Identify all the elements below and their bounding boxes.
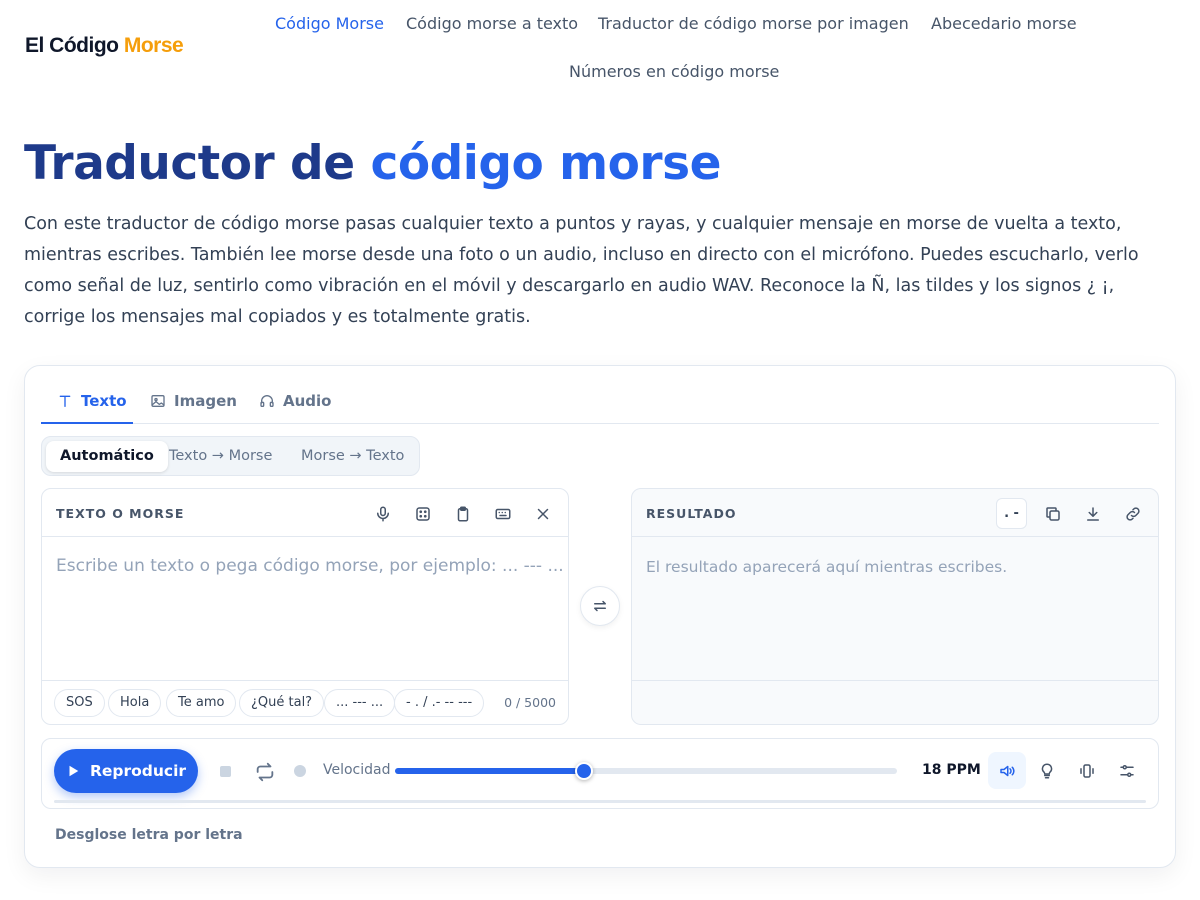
intro-paragraph: Con este traductor de código morse pasas… (24, 214, 1139, 327)
dice-icon (416, 507, 430, 521)
speaker-icon (1000, 765, 1015, 776)
copy-icon (1046, 507, 1060, 521)
nav-link-traductor-imagen[interactable]: Traductor de código morse por imagen (598, 14, 909, 33)
play-icon (69, 765, 79, 777)
example-chip-sos[interactable]: SOS (54, 689, 105, 717)
output-panel-label: RESULTADO (646, 506, 737, 521)
output-panel-footer (632, 680, 1158, 724)
nav-link-abecedario[interactable]: Abecedario morse (931, 14, 1077, 33)
playback-bar: Reproducir Velocidad 18 PPM (41, 738, 1159, 809)
paste-button[interactable] (448, 499, 478, 529)
keyboard-icon (495, 508, 511, 520)
input-panel-header: TEXTO O MORSE (42, 489, 568, 537)
clipboard-icon (457, 506, 469, 522)
site-logo[interactable]: El Código Morse (25, 34, 184, 58)
text-icon (59, 395, 71, 407)
speed-value: 18 PPM (922, 762, 981, 778)
input-panel: TEXTO O MORSE Escribe un texto o pega có… (41, 488, 569, 725)
morse-format-toggle[interactable]: . - (996, 498, 1027, 529)
copy-button[interactable] (1038, 499, 1068, 529)
signal-indicator (294, 765, 306, 777)
example-chip-te-amo[interactable]: Te amo (166, 689, 237, 717)
vibration-icon (1080, 763, 1094, 778)
page-title-part1: Traductor de (24, 136, 355, 191)
tab-audio[interactable]: Audio (259, 386, 331, 424)
download-button[interactable] (1078, 499, 1108, 529)
loop-icon[interactable] (254, 761, 276, 783)
sliders-icon (1120, 764, 1134, 777)
letter-breakdown-heading[interactable]: Desglose letra por letra (55, 827, 243, 843)
mode-automatico[interactable]: Automático (46, 441, 168, 472)
swap-button[interactable] (580, 586, 620, 626)
translator-card: Texto Imagen Audio Automático Texto → Mo… (24, 365, 1176, 868)
example-chip-hola[interactable]: Hola (108, 689, 162, 717)
mode-morse-a-texto[interactable]: Morse → Texto (287, 441, 418, 472)
example-chip-sos-morse[interactable]: ... --- ... (324, 689, 396, 717)
settings-button[interactable] (1108, 752, 1146, 789)
logo-text: El Código (25, 34, 124, 57)
sound-toggle[interactable] (988, 752, 1026, 789)
lightbulb-icon (1041, 762, 1053, 778)
playback-progress (54, 800, 1146, 803)
swap-arrows-icon (594, 600, 606, 612)
character-counter: 0 / 5000 (504, 695, 556, 710)
headphones-icon (260, 395, 274, 407)
example-chip-te-amo-morse[interactable]: - . / .- -- --- (394, 689, 485, 717)
play-button[interactable]: Reproducir (54, 749, 198, 793)
nav-link-codigo-morse[interactable]: Código Morse (275, 14, 384, 33)
light-toggle[interactable] (1028, 752, 1066, 789)
close-icon (537, 508, 549, 520)
output-panel: RESULTADO . - El resultado aparecerá aqu… (631, 488, 1159, 725)
direction-mode-selector: Automático Texto → Morse Morse → Texto (41, 436, 420, 476)
page-title: Traductor de código morse (24, 136, 721, 191)
input-panel-label: TEXTO O MORSE (56, 506, 185, 521)
clear-button[interactable] (528, 499, 558, 529)
input-textarea[interactable]: Escribe un texto o pega código morse, po… (56, 556, 564, 576)
link-icon (1126, 507, 1140, 521)
mode-texto-a-morse[interactable]: Texto → Morse (155, 441, 286, 472)
page-title-part2: código morse (370, 136, 721, 191)
tab-imagen-label: Imagen (174, 392, 237, 410)
tab-texto[interactable]: Texto (41, 386, 133, 424)
output-panel-header: RESULTADO . - (632, 489, 1158, 537)
speed-slider-fill (395, 768, 584, 774)
logo-accent-text: Morse (123, 34, 184, 57)
input-panel-footer: SOS Hola Te amo ¿Qué tal? ... --- ... - … (42, 680, 568, 724)
example-chip-que-tal[interactable]: ¿Qué tal? (239, 689, 325, 717)
microphone-button[interactable] (368, 499, 398, 529)
output-result: El resultado aparecerá aquí mientras esc… (646, 558, 1008, 576)
speed-label: Velocidad (323, 762, 391, 778)
image-icon (151, 395, 165, 407)
keyboard-button[interactable] (488, 499, 518, 529)
speed-slider-thumb[interactable] (574, 762, 593, 780)
tab-imagen[interactable]: Imagen (150, 386, 237, 424)
nav-link-numeros[interactable]: Números en código morse (569, 62, 779, 81)
microphone-icon (377, 506, 389, 522)
input-type-tabs: Texto Imagen Audio (41, 386, 1159, 424)
nav-link-morse-a-texto[interactable]: Código morse a texto (406, 14, 578, 33)
speed-slider[interactable] (395, 762, 897, 780)
random-example-button[interactable] (408, 499, 438, 529)
share-link-button[interactable] (1118, 499, 1148, 529)
stop-button[interactable] (220, 766, 231, 777)
vibration-toggle[interactable] (1068, 752, 1106, 789)
play-button-label: Reproducir (89, 762, 187, 780)
download-icon (1087, 507, 1099, 521)
tab-texto-label: Texto (81, 392, 127, 410)
tab-audio-label: Audio (283, 392, 332, 410)
